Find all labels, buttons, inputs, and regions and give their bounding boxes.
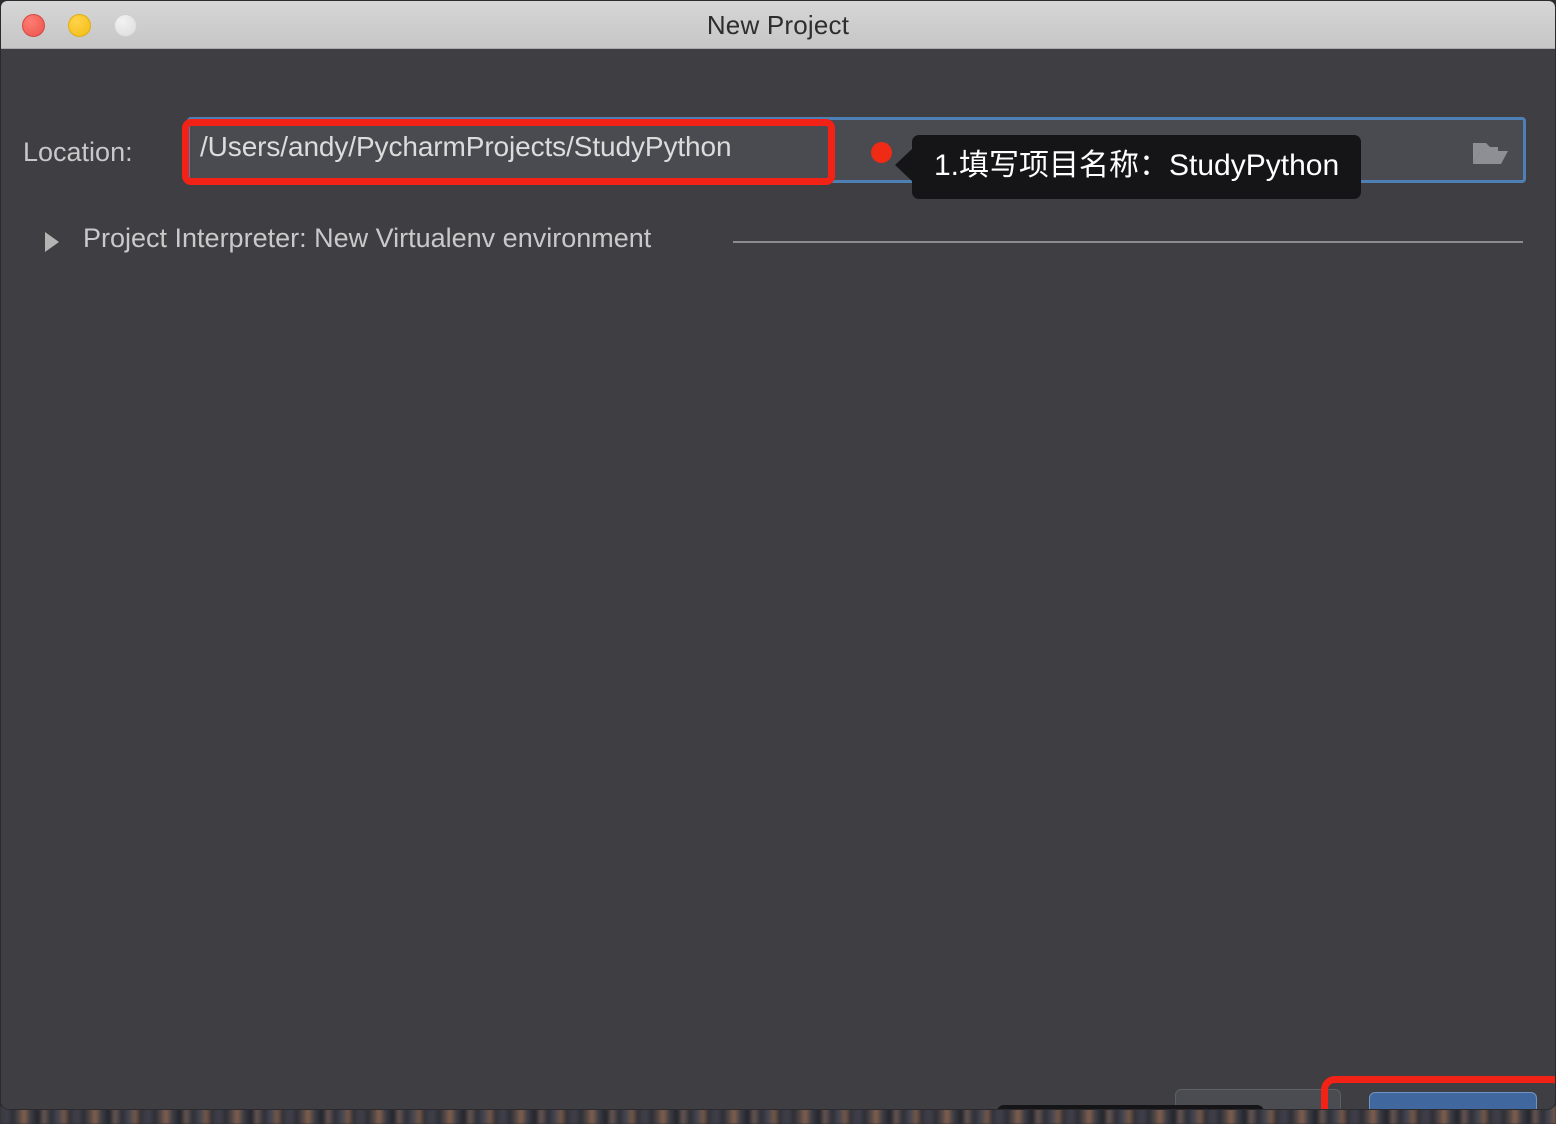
triangle-right-icon[interactable] — [45, 232, 59, 252]
new-project-dialog-window: New Project Location: /Users/andy/Pychar… — [0, 0, 1556, 1110]
location-label: Location: — [23, 137, 133, 167]
project-interpreter-label: Project Interpreter: New Virtualenv envi… — [83, 223, 652, 253]
create-button-label: Create — [1370, 1107, 1536, 1109]
window-titlebar[interactable]: New Project — [1, 1, 1555, 49]
folder-icon[interactable] — [1471, 138, 1509, 168]
window-title: New Project — [706, 10, 850, 40]
create-button[interactable]: Create — [1369, 1092, 1537, 1109]
marker-dot-location — [871, 142, 892, 163]
callout-arrow-left-icon — [895, 148, 913, 182]
dialog-content: Location: /Users/andy/PycharmProjects/St… — [1, 49, 1555, 1109]
callout-step-1: 1.填写项目名称：StudyPython — [895, 135, 1362, 199]
callout-step-1-text: 1.填写项目名称：StudyPython — [934, 149, 1340, 182]
location-input-value[interactable]: /Users/andy/PycharmProjects/StudyPython — [200, 131, 732, 163]
project-interpreter-section[interactable]: Project Interpreter: New Virtualenv envi… — [45, 221, 1525, 263]
callout-step-2: 2.单击Create按钮 — [997, 1105, 1265, 1109]
section-divider — [733, 241, 1523, 243]
